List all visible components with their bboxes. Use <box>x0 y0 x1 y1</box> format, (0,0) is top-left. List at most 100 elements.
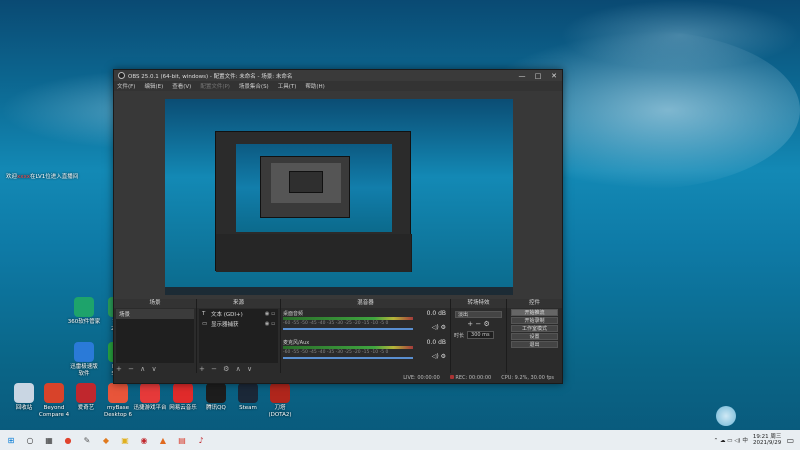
close-button[interactable]: ✕ <box>546 72 562 80</box>
controls-title: 控件 <box>507 299 562 308</box>
recursive-preview-canvas-2 <box>271 163 341 203</box>
ticker-username: xxxx <box>17 174 31 180</box>
studio-mode-button[interactable]: 工作室模式 <box>511 325 558 332</box>
xunlei-icon <box>74 342 94 362</box>
monitor-icon: ▭ <box>202 321 208 327</box>
transitions-title: 转场特效 <box>451 299 506 308</box>
obs-statusbar: LIVE: 00:00:00 REC: 00:00:00 CPU: 9.2%, … <box>114 373 562 383</box>
taskbar-record-icon[interactable]: ◉ <box>136 433 152 447</box>
speaker-gear-icon[interactable]: ◁) ⚙ <box>432 353 446 360</box>
notification-icon[interactable]: ▭ <box>786 436 794 445</box>
preview-taskbar <box>165 287 513 295</box>
recursive-obs-preview <box>215 131 412 272</box>
steam-icon <box>238 383 258 403</box>
clock[interactable]: 19:21 周三 2021/9/29 <box>753 434 782 446</box>
source-item[interactable]: ▭ 显示器捕获 ◉ ▫ <box>199 319 278 329</box>
taskbar-app-icon[interactable]: ▤ <box>174 433 190 447</box>
sources-dock: 来源 T 文本 (GDI+) ◉ ▫ ▭ 显示器捕获 ◉ ▫ + − ⚙ ∧ ∨ <box>197 299 281 374</box>
channel-db: 0.0 dB <box>426 310 446 317</box>
desktop-icon-dota2[interactable]: 刀塔 (DOTA2) <box>260 383 300 418</box>
mybase-icon <box>108 383 128 403</box>
taskbar-app-icon[interactable]: ◆ <box>98 433 114 447</box>
duration-label: 时长 <box>454 332 465 339</box>
live-chat-ticker: 欢迎xxxx在LV1位进入直播间 <box>6 172 78 180</box>
obs-docks: 场景 场景 + − ∧ ∨ 来源 T 文本 (GDI+) ◉ ▫ ▭ 显示器捕获 ◉ ▫… <box>114 299 562 374</box>
live-status: LIVE: 00:00:00 <box>403 375 440 381</box>
menu-view[interactable]: 查看(V) <box>172 82 191 90</box>
scene-item[interactable]: 场景 <box>116 309 194 319</box>
channel-db: 0.0 dB <box>426 339 446 346</box>
volume-slider[interactable] <box>283 328 413 330</box>
transition-select[interactable]: 淡出 <box>455 311 502 318</box>
recursive-docks <box>216 234 412 272</box>
exit-button[interactable]: 退出 <box>511 341 558 348</box>
scenes-dock: 场景 场景 + − ∧ ∨ <box>114 299 197 374</box>
menu-tools[interactable]: 工具(T) <box>278 82 297 90</box>
eye-lock-icon[interactable]: ◉ ▫ <box>265 321 275 327</box>
scenes-toolbar[interactable]: + − ∧ ∨ <box>116 365 159 373</box>
beyond-compare-icon <box>44 383 64 403</box>
iqiyi-icon <box>76 383 96 403</box>
menu-edit[interactable]: 编辑(E) <box>144 82 163 90</box>
obs-window[interactable]: OBS 25.0.1 (64-bit, windows) - 配置文件: 未命名… <box>113 69 563 384</box>
obs-titlebar[interactable]: OBS 25.0.1 (64-bit, windows) - 配置文件: 未命名… <box>114 70 562 81</box>
cpu-status: CPU: 9.2%, 30.00 fps <box>501 375 554 381</box>
wave-decoration <box>560 0 800 70</box>
taskbar-obs-icon[interactable]: ▲ <box>155 433 171 447</box>
volume-meter <box>283 346 413 349</box>
tray-icons[interactable]: ⌃ ☁ ▭ ◁) 中 <box>714 436 748 444</box>
volume-meter <box>283 317 413 320</box>
scenes-title: 场景 <box>114 299 196 308</box>
recycle-bin-icon <box>14 383 34 403</box>
transition-toolbar[interactable]: + − ⚙ <box>451 320 506 328</box>
menu-file[interactable]: 文件(F) <box>117 82 135 90</box>
desktop-icon-label: 刀塔 (DOTA2) <box>268 405 292 418</box>
floating-assistant-icon[interactable] <box>716 406 736 426</box>
game-platform-icon <box>140 383 160 403</box>
system-tray: ⌃ ☁ ▭ ◁) 中 19:21 周三 2021/9/29 ▭ <box>714 434 800 446</box>
menu-help[interactable]: 帮助(H) <box>305 82 324 90</box>
taskbar-music-icon[interactable]: ♪ <box>193 433 209 447</box>
minimize-button[interactable]: — <box>514 72 530 80</box>
obs-menubar: 文件(F) 编辑(E) 查看(V) 配置文件(P) 场景集合(S) 工具(T) … <box>114 81 562 91</box>
source-label: 文本 (GDI+) <box>211 312 243 318</box>
qq-icon <box>206 383 226 403</box>
menu-profile[interactable]: 配置文件(P) <box>200 82 230 90</box>
menu-scene-collection[interactable]: 场景集合(S) <box>239 82 269 90</box>
sources-toolbar[interactable]: + − ⚙ ∧ ∨ <box>199 365 254 373</box>
text-icon: T <box>202 311 206 317</box>
preview-area <box>114 91 562 299</box>
mixer-channel-mic: 麦克风/Aux 0.0 dB -60 -55 -50 -45 -40 -35 -… <box>283 339 448 367</box>
sources-list: T 文本 (GDI+) ◉ ▫ ▭ 显示器捕获 ◉ ▫ <box>199 309 278 363</box>
obs-title: OBS 25.0.1 (64-bit, windows) - 配置文件: 未命名… <box>128 73 293 80</box>
settings-button[interactable]: 设置 <box>511 333 558 340</box>
taskbar-task-view-icon[interactable]: ▦ <box>41 433 57 447</box>
recursive-obs-preview-3 <box>289 171 323 193</box>
recursive-obs-preview-2 <box>260 156 350 218</box>
meter-ticks: -60 -55 -50 -45 -40 -35 -30 -25 -20 -15 … <box>283 321 389 326</box>
eye-lock-icon[interactable]: ◉ ▫ <box>265 311 275 317</box>
start-recording-button[interactable]: 开始录制 <box>511 317 558 324</box>
volume-slider[interactable] <box>283 357 413 359</box>
scenes-list: 场景 <box>116 309 194 363</box>
sources-title: 来源 <box>197 299 280 308</box>
rec-status: REC: 00:00:00 <box>455 375 492 381</box>
transitions-dock: 转场特效 淡出 + − ⚙ 时长 300 ms <box>451 299 507 374</box>
source-label: 显示器捕获 <box>211 322 239 328</box>
taskbar-pen-icon[interactable]: ✎ <box>79 433 95 447</box>
taskbar-start-icon[interactable]: ⊞ <box>3 433 19 447</box>
speaker-gear-icon[interactable]: ◁) ⚙ <box>432 324 446 331</box>
taskbar-search-icon[interactable]: ○ <box>22 433 38 447</box>
duration-input[interactable]: 300 ms <box>467 331 494 339</box>
source-item[interactable]: T 文本 (GDI+) ◉ ▫ <box>199 309 278 319</box>
mixer-title: 混音器 <box>281 299 450 308</box>
taskbar-explorer-icon[interactable]: ▣ <box>117 433 133 447</box>
controls-dock: 控件 开始推流 开始录制 工作室模式 设置 退出 <box>507 299 562 374</box>
mixer-channel-desktop: 桌面音频 0.0 dB -60 -55 -50 -45 -40 -35 -30 … <box>283 310 448 338</box>
start-streaming-button[interactable]: 开始推流 <box>511 309 558 316</box>
scene-label: 场景 <box>119 312 131 318</box>
maximize-button[interactable]: □ <box>530 72 546 80</box>
taskbar-chrome-icon[interactable]: ● <box>60 433 76 447</box>
rec-indicator-icon <box>449 375 454 379</box>
program-preview[interactable] <box>165 99 513 295</box>
